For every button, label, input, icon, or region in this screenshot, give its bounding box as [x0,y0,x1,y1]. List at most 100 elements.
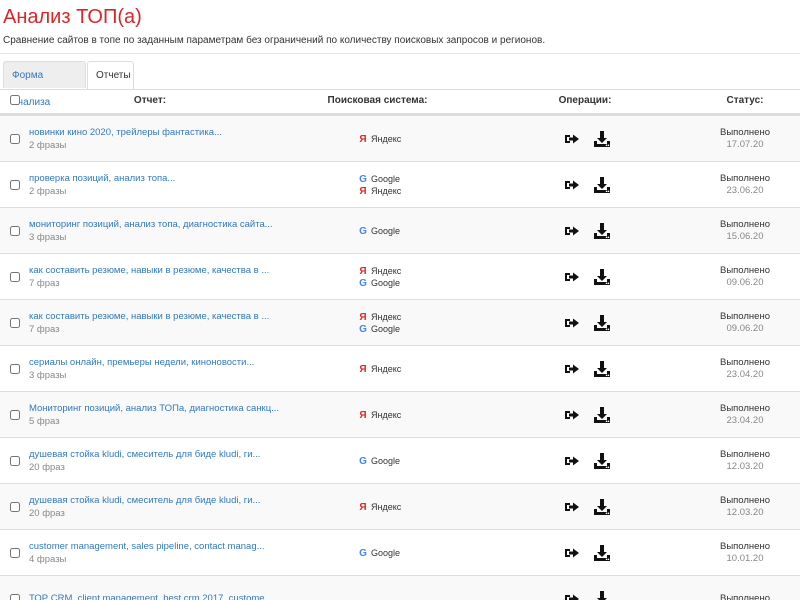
status-text: Выполнено [720,541,770,552]
open-report-icon[interactable] [562,175,582,195]
status-cell: Выполнено 09.06.20 [690,254,800,300]
google-logo-icon: G [359,277,367,289]
google-logo-icon: G [359,173,367,185]
open-report-icon[interactable] [562,543,582,563]
row-checkbox[interactable] [10,226,20,236]
row-checkbox[interactable] [10,502,20,512]
status-date: 15.06.20 [726,231,764,242]
download-icon[interactable] [592,267,612,287]
report-link[interactable]: Мониторинг позиций, анализ ТОПа, диагнос… [29,403,289,415]
engine-cell: Я Яндекс [358,346,458,392]
yandex-logo-icon: Я [359,501,367,513]
report-link[interactable]: сериалы онлайн, премьеры недели, кинонов… [29,357,289,369]
operations-cell [562,484,622,530]
page: Анализ ТОП(а) Сравнение сайтов в топе по… [0,0,800,600]
phrase-count: 3 фразы [29,369,67,381]
status-text: Выполнено [720,593,770,600]
tab-analysis-form[interactable]: Форма анализа [3,61,86,108]
select-all-checkbox[interactable] [10,95,20,105]
google-logo-icon: G [359,323,367,335]
report-link[interactable]: ТОР CRM, client management, best crm 201… [29,593,289,600]
table-row: новинки кино 2020, трейлеры фантастика..… [0,115,800,161]
status-date: 23.06.20 [726,185,764,196]
row-checkbox[interactable] [10,272,20,282]
report-link[interactable]: душевая стойка kludi, смеситель для биде… [29,495,289,507]
engine-cell: G Google Я Яндекс [358,162,458,208]
status-date: 12.03.20 [726,507,764,518]
open-report-icon[interactable] [562,405,582,425]
tab-reports[interactable]: Отчеты [87,61,134,90]
status-cell: Выполнено 09.06.20 [690,300,800,346]
open-report-icon[interactable] [562,359,582,379]
operations-cell [562,392,622,438]
engine-yandex: Я Яндекс [358,501,458,513]
open-report-icon[interactable] [562,451,582,471]
yandex-logo-icon: Я [359,363,367,375]
download-icon[interactable] [592,175,612,195]
header-report: Отчет: [133,95,167,106]
engine-label: Яндекс [371,266,402,276]
engine-yandex: Я Яндекс [358,133,458,145]
report-link[interactable]: мониторинг позиций, анализ топа, диагнос… [29,219,289,231]
row-checkbox[interactable] [10,180,20,190]
row-checkbox[interactable] [10,318,20,328]
table-body: новинки кино 2020, трейлеры фантастика..… [0,115,800,600]
report-cell: Мониторинг позиций, анализ ТОПа, диагнос… [29,392,289,438]
status-cell: Выполнено [690,576,800,600]
report-link[interactable]: душевая стойка kludi, смеситель для биде… [29,449,289,461]
open-report-icon[interactable] [562,267,582,287]
engine-label: Яндекс [371,410,402,420]
phrase-count: 5 фраз [29,415,60,427]
engine-cell [358,576,458,600]
engine-label: Яндекс [371,134,402,144]
engine-label: Яндекс [371,502,402,512]
row-checkbox[interactable] [10,548,20,558]
google-logo-icon: G [359,455,367,467]
status-text: Выполнено [720,219,770,230]
download-icon[interactable] [592,543,612,563]
open-report-icon[interactable] [562,221,582,241]
row-checkbox[interactable] [10,456,20,466]
download-icon[interactable] [592,221,612,241]
status-cell: Выполнено 17.07.20 [690,116,800,162]
report-link[interactable]: новинки кино 2020, трейлеры фантастика..… [29,127,289,139]
yandex-logo-icon: Я [359,265,367,277]
engine-label: Google [371,456,401,466]
download-icon[interactable] [592,589,612,600]
operations-cell [562,576,622,600]
engine-label: Яндекс [371,312,402,322]
engine-label: Яндекс [371,186,402,196]
engine-cell: Я Яндекс [358,116,458,162]
status-text: Выполнено [720,265,770,276]
download-icon[interactable] [592,313,612,333]
report-link[interactable]: как составить резюме, навыки в резюме, к… [29,311,289,323]
download-icon[interactable] [592,451,612,471]
download-icon[interactable] [592,359,612,379]
row-checkbox[interactable] [10,364,20,374]
engine-google: G Google [358,455,458,467]
open-report-icon[interactable] [562,589,582,600]
row-checkbox[interactable] [10,134,20,144]
engine-yandex: Я Яндекс [358,409,458,421]
status-text: Выполнено [720,403,770,414]
open-report-icon[interactable] [562,313,582,333]
operations-cell [562,438,622,484]
engine-cell: G Google [358,530,458,576]
google-logo-icon: G [359,225,367,237]
google-logo-icon: G [359,547,367,559]
open-report-icon[interactable] [562,497,582,517]
row-checkbox[interactable] [10,410,20,420]
download-icon[interactable] [592,129,612,149]
report-link[interactable]: проверка позиций, анализ топа... [29,173,289,185]
open-report-icon[interactable] [562,129,582,149]
table-row: сериалы онлайн, премьеры недели, кинонов… [0,345,800,391]
download-icon[interactable] [592,497,612,517]
table-row: ТОР CRM, client management, best crm 201… [0,575,800,600]
status-date: 17.07.20 [726,139,764,150]
table-row: душевая стойка kludi, смеситель для биде… [0,483,800,529]
report-link[interactable]: customer management, sales pipeline, con… [29,541,289,553]
download-icon[interactable] [592,405,612,425]
yandex-logo-icon: Я [359,409,367,421]
report-link[interactable]: как составить резюме, навыки в резюме, к… [29,265,289,277]
row-checkbox[interactable] [10,594,20,600]
